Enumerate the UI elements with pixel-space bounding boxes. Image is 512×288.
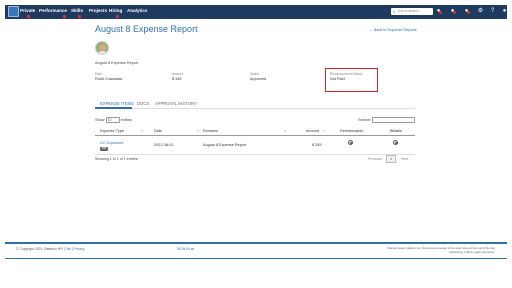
notification-badge xyxy=(439,11,442,14)
nav-badge xyxy=(27,15,30,18)
sort-icon[interactable]: ⇅ xyxy=(284,129,287,133)
page-title: August 8 Expense Report xyxy=(95,24,198,34)
top-nav-bar: Private Performance Skills Projects Hiri… xyxy=(5,5,507,19)
footer-divider xyxy=(5,242,507,244)
cell-remarks: August 8 Expense Report xyxy=(203,143,247,147)
billable-radio-icon xyxy=(393,140,398,145)
tab-divider xyxy=(95,108,415,109)
user-menu-icon[interactable]: ● xyxy=(501,8,508,15)
footer-link-privacy[interactable]: Privacy xyxy=(73,247,84,251)
field-value-amount: $ 345 xyxy=(172,77,182,81)
footer-copyright: © Copyright 2021, Bamboo HR xyxy=(16,247,63,251)
sort-icon[interactable]: ⇅ xyxy=(141,129,144,133)
avatar xyxy=(95,41,109,55)
pagination-next[interactable]: Next xyxy=(401,157,408,161)
nav-item-private[interactable]: Private xyxy=(20,8,35,13)
tab-active-indicator xyxy=(95,107,132,109)
settings-icon[interactable]: ⚙ xyxy=(477,8,484,15)
pagination-previous[interactable]: Previous xyxy=(368,157,382,161)
pagination-page-current[interactable]: 1 xyxy=(386,155,396,163)
table-search-label: Search: xyxy=(358,118,372,122)
field-label-amount: Amount xyxy=(172,72,183,76)
field-value-date: Rohit Chaurasia xyxy=(95,77,123,81)
column-header-expense-type[interactable]: Expense Type xyxy=(100,129,124,133)
nav-badge xyxy=(116,15,119,18)
column-header-billable[interactable]: Billable xyxy=(390,129,402,133)
expense-type-link[interactable]: DC Expenses xyxy=(100,141,123,145)
currency-tag: INR xyxy=(100,147,108,151)
footer-link-tail[interactable]: Tail xyxy=(66,247,71,251)
back-to-expense-reports-link[interactable]: ← Back to Expense Reports xyxy=(369,28,417,32)
nav-item-skills[interactable]: Skills xyxy=(71,8,83,13)
sort-icon[interactable]: ⇅ xyxy=(197,129,200,133)
footer-quote: Change doesn't always run. Sometimes cou… xyxy=(387,246,495,254)
cell-date: 2021-08-01 xyxy=(154,143,174,147)
nav-badge xyxy=(78,15,81,18)
cell-amount: $ 345 xyxy=(312,143,322,147)
tab-expense-items[interactable]: EXPENSE ITEMS xyxy=(100,101,134,106)
field-value-status: Approved xyxy=(250,77,267,81)
table-search-input[interactable] xyxy=(372,117,415,123)
notification-badge xyxy=(467,11,470,14)
tab-approval-history[interactable]: APPROVAL HISTORY xyxy=(155,101,197,106)
page-bottom-border xyxy=(5,258,507,259)
nav-item-hiring[interactable]: Hiring xyxy=(109,8,122,13)
column-header-reimbursable[interactable]: Reimbursable xyxy=(340,129,363,133)
field-label-date: Date xyxy=(95,72,102,76)
row-divider xyxy=(95,154,415,155)
nav-item-performance[interactable]: Performance xyxy=(39,8,67,13)
app-logo[interactable] xyxy=(8,6,19,17)
entries-select[interactable]: 10 xyxy=(105,117,120,123)
highlight-box xyxy=(325,68,378,92)
entries-label: entries xyxy=(120,118,133,122)
notification-badge xyxy=(453,11,456,14)
entries-length-control: Show 10 entries xyxy=(95,117,132,123)
help-icon[interactable]: ? xyxy=(489,8,496,15)
avatar-face xyxy=(99,44,106,51)
field-label-status: Status xyxy=(250,72,260,76)
global-search-input[interactable]: Ask or search xyxy=(391,8,433,15)
nav-item-analytics[interactable]: Analytics xyxy=(127,8,147,13)
footer-copyright-group: © Copyright 2021, Bamboo HR | Tail | Pri… xyxy=(16,247,85,251)
column-header-remarks[interactable]: Remarks xyxy=(203,129,218,133)
reimbursable-radio-icon xyxy=(348,140,353,145)
table-header-divider xyxy=(95,135,415,136)
table-info: Showing 1 to 1 of 1 entries xyxy=(95,157,138,161)
tab-docs[interactable]: DOCS xyxy=(137,101,149,106)
show-label: Show xyxy=(95,118,105,122)
footer-center-link[interactable]: SIGN IN as xyxy=(177,247,194,251)
column-header-date[interactable]: Date xyxy=(154,129,162,133)
sort-icon[interactable]: ⇅ xyxy=(323,129,326,133)
avatar-body xyxy=(97,51,108,54)
report-subtitle: August 8 Expense Report xyxy=(95,61,139,65)
nav-item-projects[interactable]: Projects xyxy=(89,8,107,13)
nav-badge xyxy=(63,15,66,18)
search-icon: ⌕ xyxy=(393,9,396,14)
column-header-amount[interactable]: Amount xyxy=(306,129,319,133)
